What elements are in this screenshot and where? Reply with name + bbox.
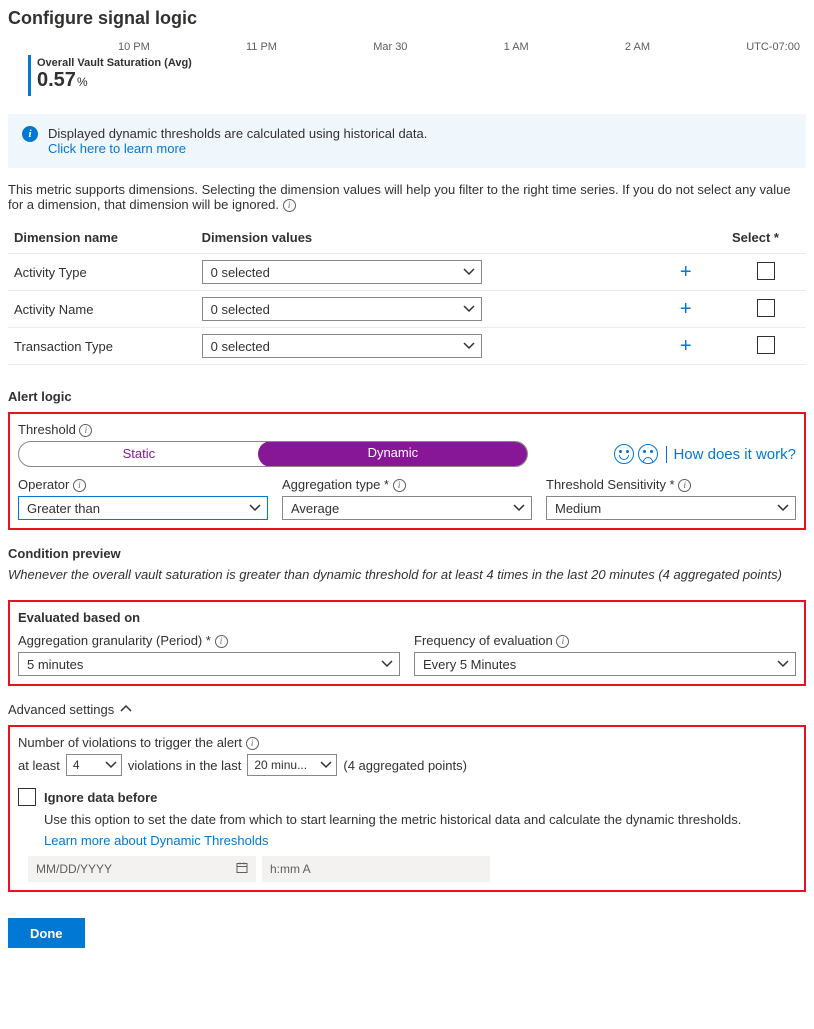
ignore-help: Use this option to set the date from whi… (44, 812, 796, 827)
dimension-table: Dimension name Dimension values Select *… (8, 222, 806, 365)
info-icon[interactable]: i (215, 635, 228, 648)
dim-name: Activity Name (8, 291, 196, 328)
col-select: Select * (726, 222, 806, 254)
chevron-down-icon (777, 658, 789, 670)
time-tz: UTC-07:00 (746, 41, 800, 53)
dimension-row: Activity Name 0 selected + (8, 291, 806, 328)
dimension-row: Transaction Type 0 selected + (8, 328, 806, 365)
banner-text: Displayed dynamic thresholds are calcula… (48, 126, 427, 141)
dim-name: Transaction Type (8, 328, 196, 365)
sensitivity-select[interactable]: Medium (546, 496, 796, 520)
time-tick: 11 PM (246, 41, 277, 53)
operator-label: Operator i (18, 477, 268, 492)
info-icon[interactable]: i (678, 479, 691, 492)
dim-values-select[interactable]: 0 selected (202, 334, 482, 358)
timeline: 10 PM 11 PM Mar 30 1 AM 2 AM UTC-07:00 (8, 41, 806, 55)
aggregated-points-text: (4 aggregated points) (343, 758, 467, 773)
select-checkbox[interactable] (757, 336, 775, 354)
threshold-static[interactable]: Static (19, 442, 259, 466)
dimension-row: Activity Type 0 selected + (8, 254, 806, 291)
at-least-text: at least (18, 758, 60, 773)
chevron-down-icon (320, 759, 332, 771)
select-checkbox[interactable] (757, 299, 775, 317)
violations-count-select[interactable]: 4 (66, 754, 122, 776)
advanced-panel: Number of violations to trigger the aler… (8, 725, 806, 892)
chevron-down-icon (381, 658, 393, 670)
chevron-down-icon (777, 502, 789, 514)
alert-logic-heading: Alert logic (8, 389, 806, 404)
threshold-label: Threshold i (18, 422, 796, 437)
condition-text: Whenever the overall vault saturation is… (8, 567, 806, 582)
evaluated-heading: Evaluated based on (18, 610, 796, 625)
info-icon: i (22, 126, 38, 142)
advanced-toggle[interactable]: Advanced settings (8, 702, 132, 717)
chevron-down-icon (513, 502, 525, 514)
time-tick: Mar 30 (373, 41, 407, 53)
metric-card: Overall Vault Saturation (Avg) 0.57% (28, 55, 200, 96)
chevron-down-icon (463, 266, 475, 278)
ignore-checkbox[interactable] (18, 788, 36, 806)
info-banner: i Displayed dynamic thresholds are calcu… (8, 114, 806, 168)
frequency-select[interactable]: Every 5 Minutes (414, 652, 796, 676)
metric-name: Overall Vault Saturation (Avg) (37, 57, 192, 69)
info-icon[interactable]: i (393, 479, 406, 492)
condition-heading: Condition preview (8, 546, 806, 561)
chevron-down-icon (105, 759, 117, 771)
chevron-down-icon (463, 340, 475, 352)
add-icon[interactable]: + (674, 299, 698, 319)
select-checkbox[interactable] (757, 262, 775, 280)
info-icon[interactable]: i (79, 424, 92, 437)
threshold-toggle[interactable]: Static Dynamic (18, 441, 528, 467)
frequency-label: Frequency of evaluation i (414, 633, 796, 648)
done-button[interactable]: Done (8, 918, 85, 948)
time-tick: 1 AM (504, 41, 529, 53)
info-icon[interactable]: i (283, 199, 296, 212)
date-input[interactable]: MM/DD/YYYY (28, 856, 256, 882)
dim-values-select[interactable]: 0 selected (202, 297, 482, 321)
chevron-up-icon (120, 702, 132, 717)
aggregation-label: Aggregation type * i (282, 477, 532, 492)
aggregation-select[interactable]: Average (282, 496, 532, 520)
granularity-select[interactable]: 5 minutes (18, 652, 400, 676)
violations-label: Number of violations to trigger the aler… (18, 735, 796, 750)
evaluated-panel: Evaluated based on Aggregation granulari… (8, 600, 806, 686)
dim-values-select[interactable]: 0 selected (202, 260, 482, 284)
time-tick: 2 AM (625, 41, 650, 53)
chevron-down-icon (463, 303, 475, 315)
add-icon[interactable]: + (674, 262, 698, 282)
violations-window-select[interactable]: 20 minu... (247, 754, 337, 776)
info-icon[interactable]: i (246, 737, 259, 750)
metric-unit: % (77, 75, 88, 89)
operator-select[interactable]: Greater than (18, 496, 268, 520)
chevron-down-icon (249, 502, 261, 514)
alert-logic-panel: Threshold i Static Dynamic How does it w… (8, 412, 806, 530)
granularity-label: Aggregation granularity (Period) * i (18, 633, 400, 648)
threshold-dynamic[interactable]: Dynamic (258, 441, 528, 467)
dim-name: Activity Type (8, 254, 196, 291)
feedback-happy-icon[interactable] (614, 444, 634, 464)
info-icon[interactable]: i (556, 635, 569, 648)
add-icon[interactable]: + (674, 336, 698, 356)
calendar-icon (236, 862, 248, 877)
metric-value: 0.57 (37, 69, 76, 91)
sensitivity-label: Threshold Sensitivity * i (546, 477, 796, 492)
time-tick: 10 PM (118, 41, 150, 53)
dimension-help: This metric supports dimensions. Selecti… (8, 182, 806, 212)
time-input[interactable]: h:mm A (262, 856, 490, 882)
col-name: Dimension name (8, 222, 196, 254)
page-title: Configure signal logic (8, 8, 806, 29)
banner-link[interactable]: Click here to learn more (48, 141, 186, 156)
info-icon[interactable]: i (73, 479, 86, 492)
feedback-sad-icon[interactable] (638, 444, 658, 464)
violations-mid-text: violations in the last (128, 758, 241, 773)
ignore-label: Ignore data before (44, 790, 157, 805)
col-values: Dimension values (196, 222, 726, 254)
how-link[interactable]: How does it work? (666, 446, 796, 463)
learn-thresholds-link[interactable]: Learn more about Dynamic Thresholds (44, 833, 269, 848)
